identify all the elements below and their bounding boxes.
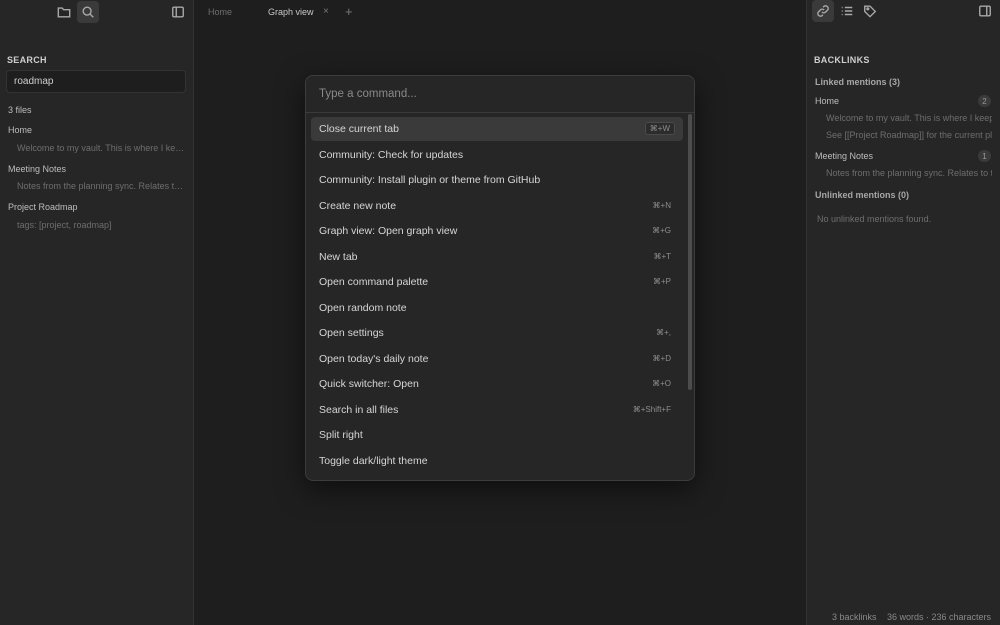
- list-icon[interactable]: [836, 0, 858, 22]
- status-backlinks[interactable]: 3 backlinks: [832, 612, 877, 622]
- left-sidebar-toolbar: [0, 0, 194, 24]
- command-item[interactable]: Community: Install plugin or theme from …: [311, 168, 683, 192]
- unlinked-mentions-header[interactable]: Unlinked mentions (0): [815, 190, 909, 200]
- new-tab-icon[interactable]: +: [345, 4, 353, 19]
- search-input[interactable]: [6, 70, 186, 93]
- search-icon[interactable]: [77, 1, 99, 23]
- command-item[interactable]: Graph view: Open graph view ⌘+G: [311, 219, 683, 243]
- command-hotkey: ⌘+Shift+F: [632, 404, 671, 414]
- sidebar-toggle-icon[interactable]: [974, 0, 996, 22]
- command-label: Toggle dark/light theme: [319, 454, 428, 467]
- folder-icon[interactable]: [53, 1, 75, 23]
- search-result-snippet[interactable]: tags: [project, roadmap]: [17, 220, 185, 230]
- command-item[interactable]: Toggle dark/light theme: [311, 449, 683, 473]
- backlink-count-badge: 2: [978, 95, 991, 107]
- linked-mentions-header[interactable]: Linked mentions (3): [815, 77, 900, 87]
- command-hotkey: ⌘+G: [652, 226, 671, 235]
- command-label: Quick switcher: Open: [319, 378, 419, 390]
- command-hotkey: ⌘+D: [652, 353, 671, 363]
- search-result-title[interactable]: Home: [8, 125, 32, 135]
- sidebar-toggle-icon[interactable]: [167, 1, 189, 23]
- command-label: Open random note: [319, 301, 407, 314]
- link-icon[interactable]: [812, 0, 834, 22]
- backlink-snippet[interactable]: Welcome to my vault. This is where I kee…: [826, 113, 992, 123]
- unlinked-empty-message: No unlinked mentions found.: [817, 214, 932, 224]
- search-result-snippet[interactable]: Notes from the planning sync. Relates to…: [17, 181, 185, 191]
- command-item[interactable]: Open settings ⌘+,: [311, 321, 683, 345]
- tag-icon[interactable]: [859, 0, 881, 22]
- command-input[interactable]: [306, 76, 694, 113]
- command-label: Graph view: Open graph view: [319, 225, 458, 237]
- backlinks-panel-title: BACKLINKS: [814, 55, 870, 65]
- command-list: Close current tab ⌘+W Community: Check f…: [306, 117, 694, 480]
- command-label: Create new note: [319, 199, 397, 212]
- left-sidebar: SEARCH 3 files Home Welcome to my vault.…: [0, 0, 194, 625]
- command-item[interactable]: Quick switcher: Open ⌘+O: [311, 372, 683, 396]
- command-item[interactable]: Close current tab ⌘+W: [311, 117, 683, 141]
- tab-graph-view[interactable]: Graph view: [268, 7, 314, 17]
- backlink-snippet[interactable]: Notes from the planning sync. Relates to…: [826, 168, 992, 178]
- command-label: Split right: [319, 429, 363, 441]
- command-hotkey: ⌘+O: [652, 379, 671, 388]
- command-item[interactable]: New tab ⌘+T: [311, 245, 683, 269]
- command-item[interactable]: Split right: [311, 423, 683, 447]
- command-item[interactable]: Create new note ⌘+N: [311, 194, 683, 218]
- command-hotkey: ⌘+N: [652, 200, 671, 210]
- command-hotkey: ⌘+W: [644, 122, 675, 135]
- tab-home[interactable]: Home: [208, 7, 232, 17]
- command-hotkey: ⌘+,: [656, 328, 671, 337]
- command-item[interactable]: Open random note: [311, 296, 683, 320]
- command-item[interactable]: Community: Check for updates: [311, 143, 683, 167]
- command-item[interactable]: Search in all files ⌘+Shift+F: [311, 398, 683, 422]
- search-result-title[interactable]: Project Roadmap: [8, 202, 78, 212]
- backlink-snippet[interactable]: See [[Project Roadmap]] for the current …: [826, 130, 992, 140]
- command-label: Close current tab: [319, 123, 399, 135]
- command-list-scrollbar[interactable]: [688, 114, 692, 390]
- command-label: Open command palette: [319, 276, 429, 288]
- backlink-count-badge: 1: [978, 150, 991, 162]
- right-sidebar: BACKLINKS Linked mentions (3) Home 2 Wel…: [806, 0, 1000, 625]
- search-result-count: 3 files: [8, 105, 32, 115]
- command-hotkey: ⌘+P: [652, 277, 671, 286]
- command-palette: Close current tab ⌘+W Community: Check f…: [305, 75, 695, 481]
- backlink-title[interactable]: Home: [815, 96, 839, 106]
- command-label: Search in all files: [319, 403, 399, 416]
- search-panel-title: SEARCH: [7, 55, 47, 65]
- close-icon[interactable]: ×: [323, 6, 329, 17]
- command-label: Community: Check for updates: [319, 148, 464, 161]
- command-item[interactable]: Open today's daily note ⌘+D: [311, 347, 683, 371]
- command-item[interactable]: Open command palette ⌘+P: [311, 270, 683, 294]
- backlink-title[interactable]: Meeting Notes: [815, 151, 873, 161]
- command-label: New tab: [319, 250, 358, 263]
- command-hotkey: ⌘+T: [653, 251, 671, 261]
- command-label: Open today's daily note: [319, 352, 429, 365]
- command-label: Community: Install plugin or theme from …: [319, 174, 541, 186]
- command-label: Open settings: [319, 327, 384, 339]
- status-word-count: 36 words · 236 characters: [887, 612, 992, 622]
- tab-bar: Home Graph view × +: [194, 0, 806, 26]
- search-result-snippet[interactable]: Welcome to my vault. This is where I kee…: [17, 143, 185, 153]
- search-result-title[interactable]: Meeting Notes: [8, 164, 66, 174]
